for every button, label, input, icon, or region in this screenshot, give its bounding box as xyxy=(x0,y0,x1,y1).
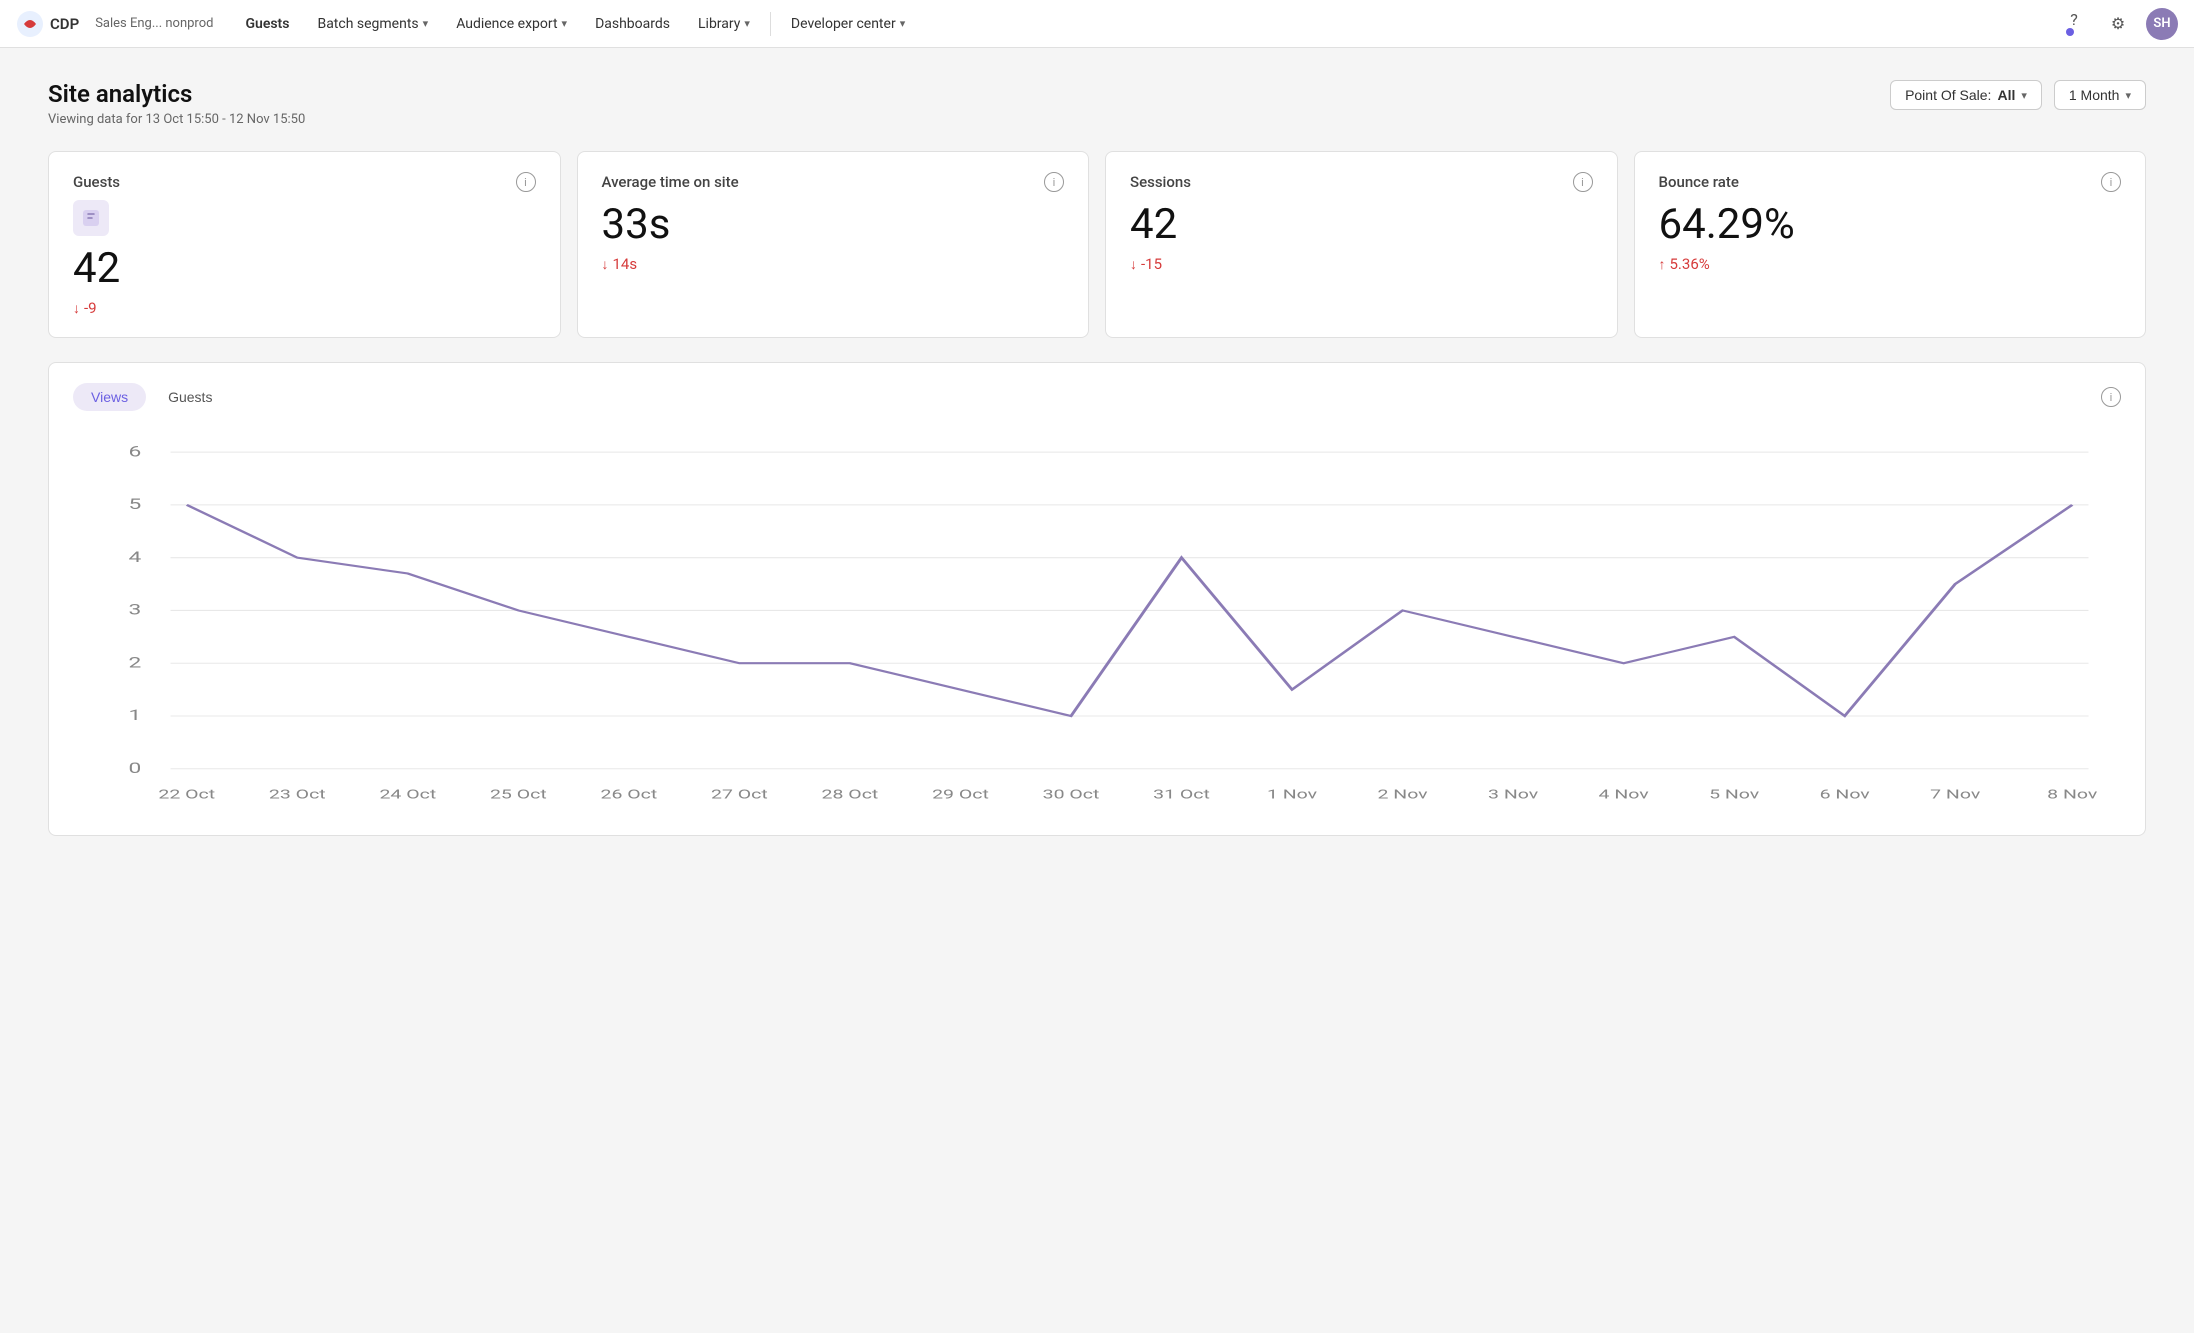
metric-title-avg-time: Average time on site xyxy=(602,173,739,191)
svg-text:28 Oct: 28 Oct xyxy=(822,788,879,803)
svg-text:30 Oct: 30 Oct xyxy=(1043,788,1100,803)
nav-item-batch-segments[interactable]: Batch segments ▾ xyxy=(305,10,440,38)
metric-card-sessions: Sessions i 42 ↓ -15 xyxy=(1105,151,1618,338)
chart-tabs: Views Guests xyxy=(73,383,230,411)
metric-value-avg-time: 33s xyxy=(602,200,1065,249)
pos-value: All xyxy=(1997,87,2015,103)
chart-section: Views Guests i 6 5 4 3 2 1 xyxy=(48,362,2146,836)
nav-item-dashboards[interactable]: Dashboards xyxy=(583,10,682,38)
svg-text:4 Nov: 4 Nov xyxy=(1599,788,1649,803)
guests-icon xyxy=(73,200,109,236)
svg-text:2 Nov: 2 Nov xyxy=(1378,788,1428,803)
nav-item-library[interactable]: Library ▾ xyxy=(686,10,762,38)
metric-title-bounce-rate: Bounce rate xyxy=(1659,173,1739,191)
svg-text:1: 1 xyxy=(128,706,141,724)
nav-item-guests[interactable]: Guests xyxy=(233,10,301,38)
page-header: Site analytics Viewing data for 13 Oct 1… xyxy=(48,80,2146,127)
user-avatar[interactable]: SH xyxy=(2146,8,2178,40)
info-icon-bounce-rate[interactable]: i xyxy=(2101,172,2121,192)
metric-delta-avg-time: ↓ 14s xyxy=(602,255,1065,273)
chevron-down-icon: ▾ xyxy=(423,17,429,30)
svg-text:8 Nov: 8 Nov xyxy=(2047,788,2097,803)
page-title: Site analytics xyxy=(48,80,305,108)
svg-text:24 Oct: 24 Oct xyxy=(379,788,436,803)
tab-guests[interactable]: Guests xyxy=(150,383,230,411)
metric-delta-guests: ↓ -9 xyxy=(73,299,536,317)
line-chart: 6 5 4 3 2 1 0 22 Oct 23 Oct 24 Oct 25 Oc… xyxy=(73,431,2121,811)
down-arrow-icon: ↓ xyxy=(602,256,609,273)
chevron-down-icon: ▾ xyxy=(2021,89,2027,102)
svg-text:25 Oct: 25 Oct xyxy=(490,788,547,803)
info-icon-avg-time[interactable]: i xyxy=(1044,172,1064,192)
info-icon-guests[interactable]: i xyxy=(516,172,536,192)
settings-button[interactable]: ⚙ xyxy=(2102,8,2134,40)
svg-text:7 Nov: 7 Nov xyxy=(1930,788,1980,803)
chevron-down-icon: ▾ xyxy=(562,17,568,30)
top-navigation: CDP Sales Eng... nonprod Guests Batch se… xyxy=(0,0,2194,48)
metric-title-sessions: Sessions xyxy=(1130,173,1191,191)
notification-dot xyxy=(2066,28,2074,36)
pos-label: Point Of Sale: xyxy=(1905,87,1991,103)
svg-text:5 Nov: 5 Nov xyxy=(1709,788,1759,803)
metric-card-avg-time: Average time on site i 33s ↓ 14s xyxy=(577,151,1090,338)
up-arrow-icon: ↑ xyxy=(1659,256,1666,273)
svg-text:4: 4 xyxy=(128,548,141,566)
chart-header: Views Guests i xyxy=(73,383,2121,411)
page-controls: Point Of Sale: All ▾ 1 Month ▾ xyxy=(1890,80,2146,110)
svg-text:26 Oct: 26 Oct xyxy=(601,788,658,803)
nav-divider xyxy=(770,12,771,36)
help-button[interactable]: ? xyxy=(2058,4,2090,36)
app-logo[interactable]: CDP xyxy=(16,10,79,38)
app-brand-label: CDP xyxy=(50,15,79,33)
down-arrow-icon: ↓ xyxy=(1130,256,1137,273)
svg-text:2: 2 xyxy=(128,654,141,672)
info-icon-sessions[interactable]: i xyxy=(1573,172,1593,192)
chart-container: 6 5 4 3 2 1 0 22 Oct 23 Oct 24 Oct 25 Oc… xyxy=(73,431,2121,815)
nav-right-controls: ? ⚙ SH xyxy=(2058,4,2178,44)
tab-views[interactable]: Views xyxy=(73,383,146,411)
chevron-down-icon: ▾ xyxy=(2125,89,2131,102)
metric-card-bounce-rate: Bounce rate i 64.29% ↑ 5.36% xyxy=(1634,151,2147,338)
time-label: 1 Month xyxy=(2069,87,2120,103)
metric-delta-sessions: ↓ -15 xyxy=(1130,255,1593,273)
svg-text:23 Oct: 23 Oct xyxy=(269,788,326,803)
svg-text:1 Nov: 1 Nov xyxy=(1267,788,1317,803)
svg-text:3: 3 xyxy=(128,601,141,619)
point-of-sale-button[interactable]: Point Of Sale: All ▾ xyxy=(1890,80,2042,110)
metric-value-bounce-rate: 64.29% xyxy=(1659,200,2122,249)
main-content: Site analytics Viewing data for 13 Oct 1… xyxy=(0,48,2194,868)
svg-text:31 Oct: 31 Oct xyxy=(1153,788,1210,803)
chevron-down-icon: ▾ xyxy=(900,17,906,30)
svg-text:27 Oct: 27 Oct xyxy=(711,788,768,803)
svg-text:22 Oct: 22 Oct xyxy=(158,788,215,803)
metric-value-sessions: 42 xyxy=(1130,200,1593,249)
cdp-logo-icon xyxy=(16,10,44,38)
time-period-button[interactable]: 1 Month ▾ xyxy=(2054,80,2146,110)
svg-text:29 Oct: 29 Oct xyxy=(932,788,989,803)
page-subtitle: Viewing data for 13 Oct 15:50 - 12 Nov 1… xyxy=(48,112,305,127)
svg-text:6 Nov: 6 Nov xyxy=(1820,788,1870,803)
metric-card-guests: Guests i 42 ↓ -9 xyxy=(48,151,561,338)
svg-text:3 Nov: 3 Nov xyxy=(1488,788,1538,803)
chart-info-icon[interactable]: i xyxy=(2101,387,2121,407)
metric-value-guests: 42 xyxy=(73,244,536,293)
nav-items: Guests Batch segments ▾ Audience export … xyxy=(233,10,2050,38)
nav-item-developer-center[interactable]: Developer center ▾ xyxy=(779,10,917,38)
svg-text:6: 6 xyxy=(128,442,141,460)
metric-title-guests: Guests xyxy=(73,173,120,191)
svg-text:0: 0 xyxy=(128,759,141,777)
app-context-label: Sales Eng... nonprod xyxy=(95,16,213,31)
chevron-down-icon: ▾ xyxy=(744,17,750,30)
nav-item-audience-export[interactable]: Audience export ▾ xyxy=(444,10,579,38)
svg-text:5: 5 xyxy=(128,495,141,513)
down-arrow-icon: ↓ xyxy=(73,300,80,317)
metric-cards: Guests i 42 ↓ -9 Average time on site i … xyxy=(48,151,2146,338)
metric-delta-bounce-rate: ↑ 5.36% xyxy=(1659,255,2122,273)
page-title-block: Site analytics Viewing data for 13 Oct 1… xyxy=(48,80,305,127)
